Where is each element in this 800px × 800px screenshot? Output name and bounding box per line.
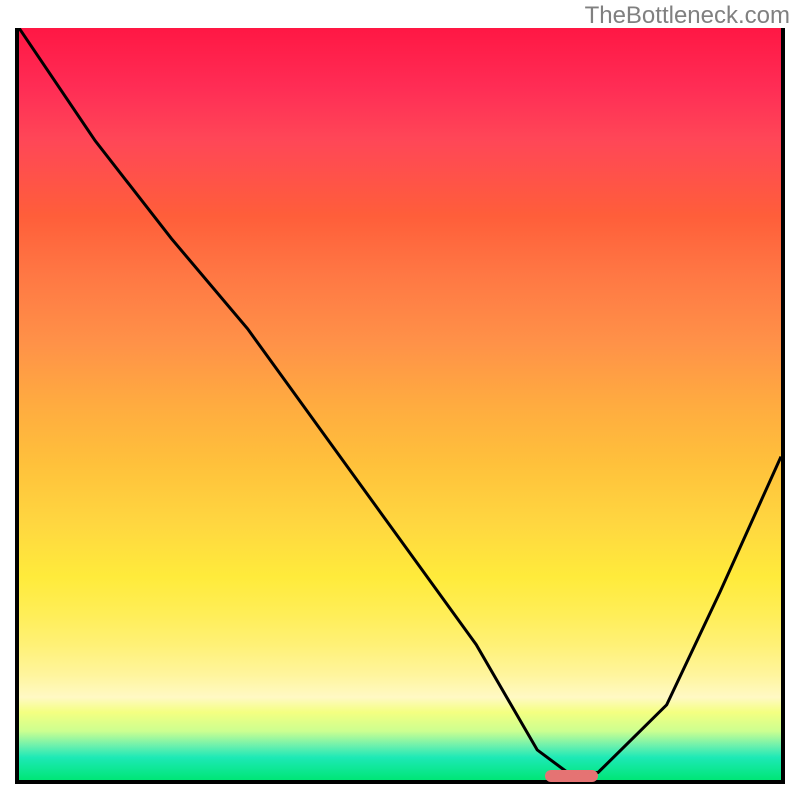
- chart-container: TheBottleneck.com: [0, 0, 800, 800]
- bottleneck-curve: [19, 28, 781, 780]
- chart-frame: [15, 28, 785, 784]
- watermark-text: TheBottleneck.com: [585, 2, 790, 30]
- optimal-marker: [545, 770, 598, 782]
